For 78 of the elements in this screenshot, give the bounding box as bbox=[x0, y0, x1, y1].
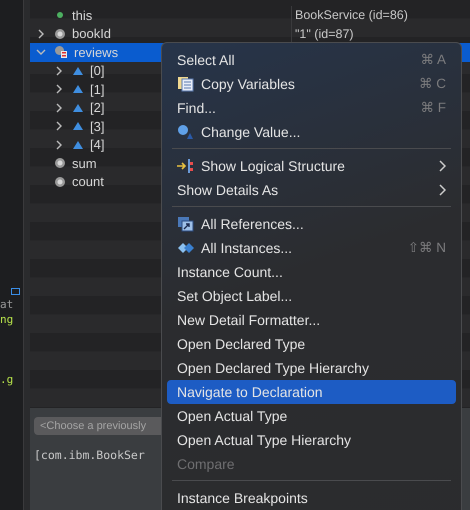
menu-item-label: Compare bbox=[177, 456, 236, 472]
local-variable-icon bbox=[54, 157, 66, 170]
menu-item-label: Show Logical Structure bbox=[201, 158, 346, 174]
menu-item-label: Open Actual Type bbox=[177, 408, 288, 424]
menu-item[interactable]: All Instances... ⇧⌘ N bbox=[167, 236, 456, 260]
menu-item-label: All References... bbox=[201, 216, 305, 232]
triangle-icon bbox=[72, 121, 84, 132]
variable-name: [3] bbox=[90, 118, 104, 134]
menu-item[interactable]: Select All ⌘ A bbox=[167, 48, 456, 72]
menu-item-label: Open Declared Type bbox=[177, 336, 306, 352]
menu-item[interactable]: Navigate to Declaration bbox=[167, 380, 456, 404]
variable-value: BookService (id=86) bbox=[295, 8, 408, 22]
triangle-icon bbox=[72, 84, 84, 94]
menu-item-label: Copy Variables bbox=[201, 76, 296, 92]
triangle-icon bbox=[72, 102, 84, 113]
menu-item-label: Open Actual Type Hierarchy bbox=[177, 432, 352, 448]
triangle-icon bbox=[72, 140, 84, 150]
menu-item-label: Instance Count... bbox=[177, 264, 284, 280]
variable-name: reviews bbox=[74, 44, 118, 60]
chevron-right-icon[interactable] bbox=[54, 140, 64, 150]
structure-icon bbox=[177, 158, 194, 174]
magnifier-icon bbox=[177, 124, 194, 140]
menu-item-label: Instance Breakpoints bbox=[177, 490, 309, 506]
menu-item-label: All Instances... bbox=[201, 240, 294, 256]
detail-text: [com.ibm.BookSer bbox=[34, 448, 145, 462]
menu-item-label: Change Value... bbox=[201, 124, 302, 140]
bracket-marker bbox=[11, 288, 20, 295]
code-fragment: at bbox=[0, 297, 14, 312]
menu-item[interactable]: Change Value... bbox=[167, 120, 456, 144]
instances-icon bbox=[177, 240, 194, 256]
local-variable-icon bbox=[54, 176, 66, 188]
variable-name: this bbox=[72, 8, 92, 23]
references-icon bbox=[177, 216, 194, 232]
menu-item[interactable]: Set Object Label... bbox=[167, 284, 456, 308]
chevron-down-icon[interactable] bbox=[36, 47, 46, 58]
menu-item[interactable]: Show Details As bbox=[167, 178, 456, 202]
variable-row[interactable]: this BookService (id=86) bbox=[30, 6, 470, 24]
shortcut-text: ⌘ F bbox=[420, 100, 446, 116]
menu-item-label: Find... bbox=[177, 100, 217, 116]
local-variable-icon bbox=[54, 28, 66, 40]
code-fragment: ng bbox=[0, 312, 14, 327]
chevron-right-icon[interactable] bbox=[36, 28, 46, 39]
variable-name: [2] bbox=[90, 100, 104, 116]
menu-item[interactable]: Show Logical Structure bbox=[167, 154, 456, 178]
code-fragment: .g bbox=[0, 372, 14, 387]
menu-item-label: Select All bbox=[177, 52, 236, 68]
variable-name: [0] bbox=[90, 63, 104, 78]
menu-item-label: Navigate to Declaration bbox=[177, 384, 324, 400]
triangle-icon bbox=[72, 66, 84, 76]
menu-item[interactable]: Open Declared Type bbox=[167, 332, 456, 356]
chevron-right-icon[interactable] bbox=[54, 66, 64, 76]
variable-name: count bbox=[72, 174, 104, 190]
menu-item[interactable]: Instance Breakpoints bbox=[167, 486, 456, 510]
chevron-right-icon[interactable] bbox=[54, 102, 64, 113]
chevron-right-icon[interactable] bbox=[54, 84, 64, 94]
variable-name: sum bbox=[72, 156, 97, 171]
chevron-right-icon[interactable] bbox=[54, 121, 64, 132]
variable-name: [4] bbox=[90, 137, 104, 152]
menu-item[interactable]: Copy Variables ⌘ C bbox=[167, 72, 456, 96]
menu-item[interactable]: Open Actual Type Hierarchy bbox=[167, 428, 456, 452]
array-variable-icon bbox=[54, 45, 68, 60]
variable-name: [1] bbox=[90, 82, 104, 97]
menu-item-label: Set Object Label... bbox=[177, 288, 294, 304]
shortcut-text: ⇧⌘ N bbox=[408, 240, 446, 256]
menu-item-label: Show Details As bbox=[177, 182, 280, 198]
menu-item[interactable]: Instance Count... bbox=[167, 260, 456, 284]
shortcut-text: ⌘ C bbox=[419, 76, 446, 92]
variable-value: "1" (id=87) bbox=[295, 26, 354, 41]
menu-item[interactable]: Open Declared Type Hierarchy bbox=[167, 356, 456, 380]
shortcut-text: ⌘ A bbox=[420, 52, 446, 68]
menu-item[interactable]: Find... ⌘ F bbox=[167, 96, 456, 120]
variable-name: bookId bbox=[72, 26, 112, 42]
menu-item[interactable]: New Detail Formatter... bbox=[167, 308, 456, 332]
copy-icon bbox=[177, 76, 194, 92]
menu-item-label: Open Declared Type Hierarchy bbox=[177, 360, 370, 376]
menu-item[interactable]: Open Actual Type bbox=[167, 404, 456, 428]
menu-item[interactable]: All References... bbox=[167, 212, 456, 236]
menu-item-label: New Detail Formatter... bbox=[177, 312, 322, 328]
